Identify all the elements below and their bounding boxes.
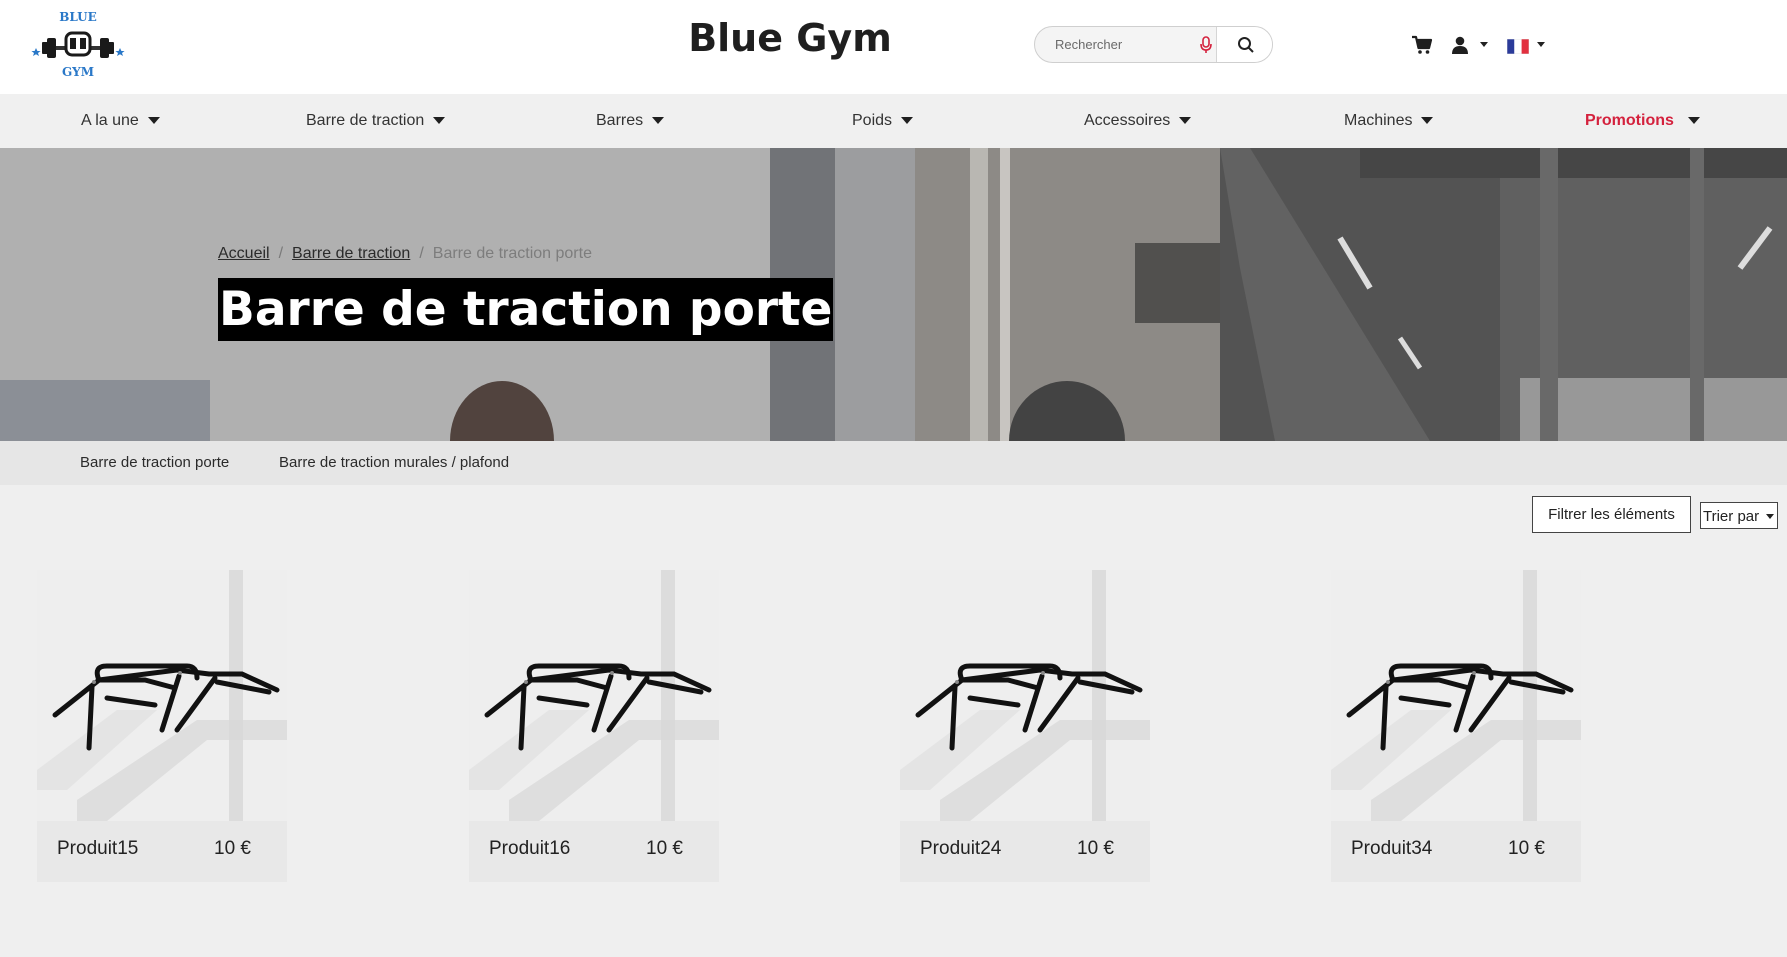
nav-item-poids[interactable]: Poids [852,94,914,148]
flag-fr-icon [1507,39,1529,54]
search-icon [1238,37,1254,53]
chevron-down-icon [901,117,914,125]
svg-text:GYM: GYM [62,65,94,78]
search-input[interactable] [1035,27,1215,62]
search-button[interactable] [1216,27,1272,62]
product-image[interactable] [37,570,287,821]
product-name[interactable]: Produit24 [920,838,1001,860]
svg-text:BLUE: BLUE [59,10,97,24]
microphone-icon[interactable] [1199,35,1213,55]
chevron-down-icon [147,117,160,125]
subcategory-link-porte[interactable]: Barre de traction porte [80,441,229,485]
product-card[interactable]: Produit34 10 € [1331,570,1581,882]
product-price: 10 € [1077,838,1114,859]
product-image[interactable] [1331,570,1581,821]
site-title[interactable]: Blue Gym [640,16,940,60]
product-card[interactable]: Produit16 10 € [469,570,719,882]
category-hero-banner: Accueil / Barre de traction / Barre de tract… [0,148,1787,441]
main-navigation: A la une Barre de traction Barres Poids … [0,94,1787,148]
chevron-down-icon [1766,514,1774,519]
blue-gym-logo[interactable]: BLUE GYM [30,8,126,79]
product-price: 10 € [214,838,251,859]
breadcrumb-home-link[interactable]: Accueil [218,245,270,262]
search-bar [1034,26,1273,63]
chevron-down-icon [1480,42,1488,47]
product-price: 10 € [646,838,683,859]
chevron-down-icon [433,117,446,125]
product-name[interactable]: Produit16 [489,838,570,860]
nav-item-accessoires[interactable]: Accessoires [1084,94,1192,148]
product-image[interactable] [469,570,719,821]
subcategory-bar: Barre de traction porte Barre de tractio… [0,441,1787,485]
breadcrumb-current: Barre de traction porte [432,245,592,262]
chevron-down-icon [1179,117,1192,125]
breadcrumb-category-link[interactable]: Barre de traction [292,245,410,262]
product-image[interactable] [900,570,1150,821]
sort-select[interactable]: Trier par [1700,502,1778,529]
user-icon [1452,36,1468,54]
subcategory-link-murales-plafond[interactable]: Barre de traction murales / plafond [279,441,509,485]
nav-item-promotions[interactable]: Promotions [1585,94,1700,148]
filter-button[interactable]: Filtrer les éléments [1532,496,1691,533]
sort-label: Trier par [1703,508,1760,525]
language-selector[interactable] [1507,37,1549,55]
chevron-down-icon [1421,117,1434,125]
nav-item-barres[interactable]: Barres [596,94,665,148]
product-price: 10 € [1508,838,1545,859]
breadcrumb: Accueil / Barre de traction / Barre de tract… [218,245,592,263]
breadcrumb-separator: / [278,245,284,262]
chevron-down-icon [1687,117,1700,125]
product-name[interactable]: Produit34 [1351,838,1432,860]
product-card[interactable]: Produit24 10 € [900,570,1150,882]
chevron-down-icon [652,117,665,125]
nav-item-barre-de-traction[interactable]: Barre de traction [306,94,446,148]
chevron-down-icon [1537,42,1545,47]
product-card[interactable]: Produit15 10 € [37,570,287,882]
page-title: Barre de traction porte [218,278,834,341]
site-header: BLUE GYM Blue Gym [0,0,1787,94]
nav-item-a-la-une[interactable]: A la une [81,94,160,148]
breadcrumb-separator: / [419,245,424,262]
product-name[interactable]: Produit15 [57,838,138,860]
cart-icon[interactable] [1411,35,1433,55]
user-menu[interactable] [1450,35,1492,55]
nav-item-machines[interactable]: Machines [1344,94,1434,148]
